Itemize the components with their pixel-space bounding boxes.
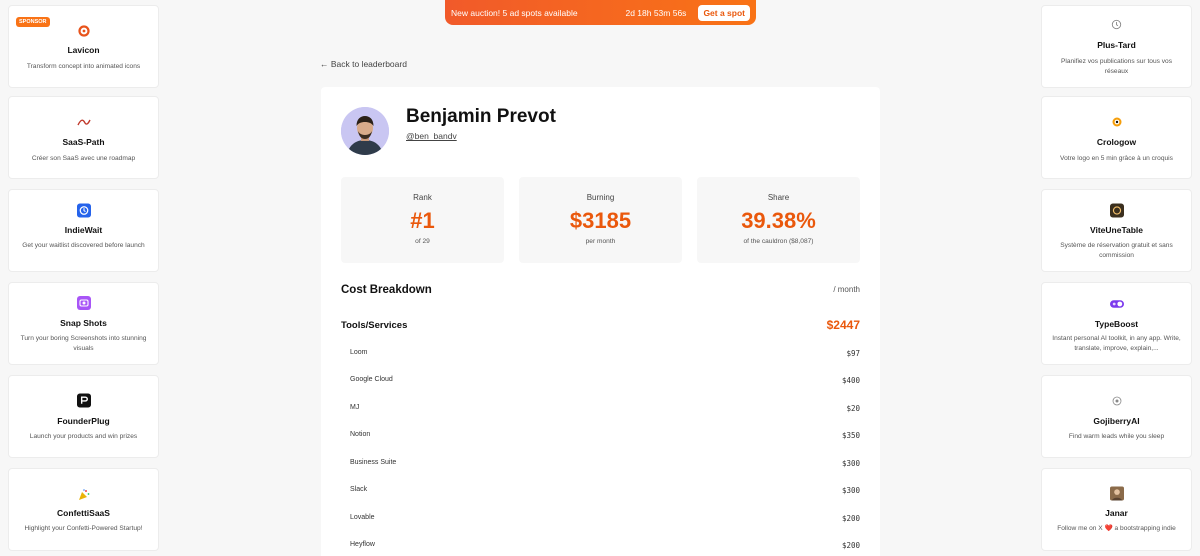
stat-label: Burning xyxy=(586,193,615,202)
cost-item-price: $400 xyxy=(841,376,860,385)
sponsor-desc: Find warm leads while you sleep xyxy=(1068,433,1165,440)
cost-item-price: $300 xyxy=(841,459,860,468)
confetti-logo-icon xyxy=(77,488,91,502)
sponsor-badge: SPONSOR xyxy=(16,17,50,27)
profile-panel: Benjamin Prevot @ben_bandv Rank #1 of 29… xyxy=(321,87,880,556)
sponsor-card-gojiberry[interactable]: GojiberryAI Find warm leads while you sl… xyxy=(1041,375,1192,458)
sponsor-card-viteunetable[interactable]: ViteUneTable Système de réservation grat… xyxy=(1041,189,1192,272)
sponsor-name: FounderPlug xyxy=(57,416,110,426)
cost-item-row: Heyflow $200 xyxy=(350,541,860,553)
cost-period-label: / month xyxy=(833,285,860,294)
stat-card-rank: Rank #1 of 29 xyxy=(341,177,504,263)
cost-item-price: $200 xyxy=(841,514,860,523)
cost-item-row: Google Cloud $400 xyxy=(350,376,860,388)
sponsor-desc: Créer son SaaS avec une roadmap xyxy=(31,155,136,162)
avatar xyxy=(341,107,389,155)
sponsor-desc: Planifiez vos publications sur tous vos … xyxy=(1060,58,1173,75)
stat-card-share: Share 39.38% of the cauldron ($8,087) xyxy=(697,177,860,263)
sponsor-card-saaspath[interactable]: SaaS-Path Créer son SaaS avec une roadma… xyxy=(8,96,159,179)
profile-name: Benjamin Prevot xyxy=(406,106,556,127)
cost-item-row: Notion $350 xyxy=(350,431,860,443)
sponsor-desc: Transform concept into animated icons xyxy=(26,63,141,70)
saaspath-logo-icon xyxy=(76,115,91,129)
back-to-leaderboard-link[interactable]: ← Back to leaderboard xyxy=(320,59,407,69)
crologow-logo-icon xyxy=(1110,115,1124,129)
sponsor-name: Janar xyxy=(1105,508,1128,518)
sponsor-desc: Launch your products and win prizes xyxy=(29,433,138,440)
sponsor-name: Snap Shots xyxy=(60,318,107,328)
sponsor-desc: Get your waitlist discovered before laun… xyxy=(22,242,145,249)
get-a-spot-button[interactable]: Get a spot xyxy=(698,4,750,21)
lavicon-logo-icon xyxy=(77,24,91,38)
janar-avatar-icon xyxy=(1109,486,1124,500)
sponsor-card-founderplug[interactable]: FounderPlug Launch your products and win… xyxy=(8,375,159,458)
sponsor-desc: Highlight your Confetti-Powered Startup! xyxy=(24,525,143,532)
sponsor-name: GojiberryAI xyxy=(1093,416,1140,426)
auction-banner: New auction! 5 ad spots available 2d 18h… xyxy=(445,0,756,25)
clock-icon xyxy=(1110,17,1124,31)
sponsor-desc: Follow me on X ❤️ a bootstrapping indie xyxy=(1057,525,1176,532)
cost-item-price: $20 xyxy=(846,404,860,413)
typeboost-logo-icon xyxy=(1109,297,1124,311)
cost-item-row: MJ $20 xyxy=(350,404,860,416)
sponsor-desc: Votre logo en 5 min grâce à un croquis xyxy=(1060,155,1173,162)
sponsor-name: Lavicon xyxy=(67,45,100,55)
viteunetable-logo-icon xyxy=(1109,203,1124,217)
sponsor-name: Crologow xyxy=(1096,137,1137,147)
gojiberry-logo-icon xyxy=(1110,394,1124,408)
cost-category-total: $2447 xyxy=(826,318,860,332)
stat-sub: per month xyxy=(585,238,616,245)
cost-item-price: $300 xyxy=(841,486,860,495)
sponsor-name: IndieWait xyxy=(64,225,103,235)
cost-category-name: Tools/Services xyxy=(341,320,408,331)
cost-item-name: Loom xyxy=(350,349,368,356)
cost-item-price: $350 xyxy=(841,431,860,440)
sponsor-desc: Instant personal AI toolkit, in any app.… xyxy=(1052,335,1181,352)
sponsor-name: ViteUneTable xyxy=(1089,225,1144,235)
stat-value: $3185 xyxy=(569,208,632,233)
cost-item-name: Business Suite xyxy=(350,459,397,466)
indiewait-logo-icon xyxy=(76,203,91,217)
profile-handle-link[interactable]: @ben_bandv xyxy=(406,131,457,141)
cost-item-row: Business Suite $300 xyxy=(350,459,860,471)
sponsor-card-indiewait[interactable]: IndieWait Get your waitlist discovered b… xyxy=(8,189,159,272)
stat-value: 39.38% xyxy=(741,208,816,233)
sponsor-card-plustard[interactable]: Plus-Tard Planifiez vos publications sur… xyxy=(1041,5,1192,88)
cost-item-name: Slack xyxy=(350,486,368,493)
auction-timer: 2d 18h 53m 56s xyxy=(625,7,687,18)
cost-item-price: $200 xyxy=(841,541,860,550)
cost-item-name: Google Cloud xyxy=(350,376,393,383)
sponsor-card-confettisaas[interactable]: ConfettiSaaS Highlight your Confetti-Pow… xyxy=(8,468,159,551)
sponsor-name: TypeBoost xyxy=(1094,319,1139,329)
stat-sub: of the cauldron ($8,087) xyxy=(743,238,814,245)
sponsor-name: ConfettiSaaS xyxy=(57,508,110,518)
stat-sub: of 29 xyxy=(415,238,430,245)
stat-label: Rank xyxy=(413,193,432,202)
cost-item-row: Lovable $200 xyxy=(350,514,860,526)
sponsor-card-crologow[interactable]: Crologow Votre logo en 5 min grâce à un … xyxy=(1041,96,1192,179)
cost-item-name: MJ xyxy=(350,404,360,411)
sponsor-card-snapshots[interactable]: Snap Shots Turn your boring Screenshots … xyxy=(8,282,159,365)
cost-item-name: Notion xyxy=(350,431,371,438)
cost-item-price: $97 xyxy=(846,349,860,358)
cost-item-row: Loom $97 xyxy=(350,349,860,361)
stat-label: Share xyxy=(767,193,790,202)
sponsor-desc: Turn your boring Screenshots into stunni… xyxy=(20,335,147,352)
founderplug-logo-icon xyxy=(76,393,91,407)
cost-item-name: Heyflow xyxy=(350,541,375,548)
sponsor-card-typeboost[interactable]: TypeBoost Instant personal AI toolkit, i… xyxy=(1041,282,1192,365)
sponsor-card-lavicon[interactable]: SPONSOR Lavicon Transform concept into a… xyxy=(8,5,159,88)
stat-card-burning: Burning $3185 per month xyxy=(519,177,682,263)
cost-item-row: Slack $300 xyxy=(350,486,860,498)
cost-item-name: Lovable xyxy=(350,514,375,521)
cost-breakdown-title: Cost Breakdown xyxy=(341,284,432,296)
sponsor-card-janar[interactable]: Janar Follow me on X ❤️ a bootstrapping … xyxy=(1041,468,1192,551)
sponsor-name: SaaS-Path xyxy=(62,137,105,147)
sponsor-desc: Système de réservation gratuit et sans c… xyxy=(1060,242,1173,259)
auction-message: New auction! 5 ad spots available xyxy=(451,7,578,18)
snapshots-logo-icon xyxy=(76,296,91,310)
sponsor-name: Plus-Tard xyxy=(1097,40,1136,50)
stat-value: #1 xyxy=(410,208,435,233)
